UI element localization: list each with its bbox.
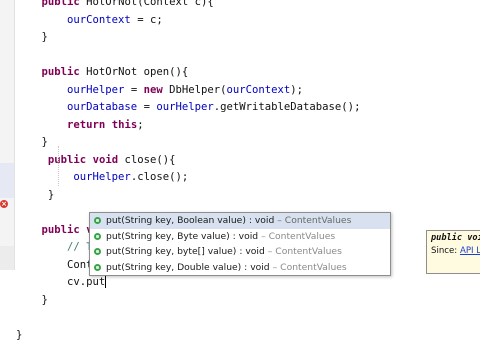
code-token: } — [16, 189, 54, 201]
indent-guide — [58, 146, 60, 186]
public-method-icon — [94, 217, 101, 224]
code-line[interactable]: } — [16, 134, 480, 152]
code-token: .close(); — [131, 171, 188, 183]
code-line[interactable]: return this; — [16, 117, 480, 135]
keyword-token: void — [93, 154, 119, 166]
code-token: close(){ — [118, 154, 175, 166]
declaring-class: – ContentValues — [277, 213, 351, 229]
code-line[interactable]: ourContext = c; — [16, 12, 480, 30]
field-token: ourHelper — [156, 101, 213, 113]
autocomplete-popup[interactable]: put(String key, Boolean value) : void– C… — [89, 212, 391, 276]
code-token — [16, 241, 67, 253]
keyword-token: public — [48, 154, 86, 166]
text-caret — [105, 276, 106, 288]
field-token: ourHelper — [67, 84, 124, 96]
public-method-icon — [94, 248, 101, 255]
code-token — [16, 14, 67, 26]
error-marker-icon[interactable]: × — [0, 200, 8, 208]
editor-gutter: × — [0, 0, 15, 270]
declaring-class: – ContentValues — [273, 260, 347, 276]
autocomplete-item[interactable]: put(String key, Boolean value) : void– C… — [90, 213, 390, 229]
code-token: ); — [290, 84, 303, 96]
code-token: } — [16, 136, 48, 148]
code-token: DbHelper( — [163, 84, 227, 96]
code-line[interactable]: ourDatabase = ourHelper.getWritableDatab… — [16, 99, 480, 117]
code-token — [16, 119, 67, 131]
code-token: = c; — [131, 14, 163, 26]
method-signature: put(String key, Byte value) : void — [106, 229, 258, 245]
code-line[interactable]: } — [16, 327, 480, 344]
autocomplete-item[interactable]: put(String key, byte[] value) : void– Co… — [90, 244, 390, 260]
code-token: HotOrNot open(){ — [80, 66, 188, 78]
code-token: } — [16, 329, 22, 341]
code-token — [16, 101, 67, 113]
autocomplete-item[interactable]: put(String key, Double value) : void– Co… — [90, 260, 390, 276]
code-token: .getWritableDatabase(); — [214, 101, 361, 113]
javadoc-hover: public void put(String key, Boolean valu… — [426, 230, 480, 274]
method-signature: put(String key, Boolean value) : void — [106, 213, 274, 229]
code-token — [16, 66, 42, 78]
field-token: ourDatabase — [67, 101, 137, 113]
keyword-token: public — [42, 224, 80, 236]
autocomplete-item[interactable]: put(String key, Byte value) : void– Cont… — [90, 229, 390, 245]
code-token: HotOrNot(Context c){ — [80, 0, 214, 8]
javadoc-since-label: Since: — [431, 246, 457, 256]
gutter-scroll-area — [0, 246, 14, 270]
code-line[interactable]: ourHelper = new DbHelper(ourContext); — [16, 82, 480, 100]
code-line[interactable]: } — [16, 292, 480, 310]
code-line[interactable] — [16, 47, 480, 65]
code-token — [16, 154, 48, 166]
method-signature: put(String key, Double value) : void — [106, 260, 270, 276]
code-line[interactable]: public HotOrNot open(){ — [16, 64, 480, 82]
method-signature: put(String key, byte[] value) : void — [106, 244, 265, 260]
code-line[interactable]: cv.put — [16, 274, 480, 292]
code-token: = — [137, 101, 156, 113]
code-token: cv.put — [16, 276, 105, 288]
keyword-token: return — [67, 119, 105, 131]
javadoc-since: Since: API Level 1 — [431, 246, 480, 256]
javadoc-title: public void put(String key, Boolean valu… — [431, 233, 480, 243]
public-method-icon — [94, 233, 101, 240]
code-token: } — [16, 294, 48, 306]
declaring-class: – ContentValues — [268, 244, 342, 260]
keyword-token: this — [112, 119, 138, 131]
field-token: ourHelper — [73, 171, 130, 183]
code-token — [16, 84, 67, 96]
keyword-token: new — [144, 84, 163, 96]
field-token: ourContext — [227, 84, 291, 96]
code-token: } — [16, 31, 48, 43]
code-line[interactable] — [16, 309, 480, 327]
code-line[interactable]: public HotOrNot(Context c){ — [16, 0, 480, 12]
code-editor[interactable]: public HotOrNot(Context c){ ourContext =… — [16, 0, 480, 344]
keyword-token: public — [42, 0, 80, 8]
declaring-class: – ContentValues — [261, 229, 335, 245]
code-token — [16, 224, 42, 236]
code-token — [16, 171, 73, 183]
current-method-marker — [0, 180, 14, 198]
code-line[interactable]: } — [16, 29, 480, 47]
code-line[interactable]: ourHelper.close(); — [16, 169, 480, 187]
code-line[interactable]: public void close(){ — [16, 152, 480, 170]
code-token — [16, 0, 42, 8]
field-token: ourContext — [67, 14, 131, 26]
comment-token: // — [67, 241, 86, 253]
code-token: = — [124, 84, 143, 96]
current-method-marker — [0, 163, 14, 181]
keyword-token: public — [42, 66, 80, 78]
code-line[interactable]: } — [16, 187, 480, 205]
code-token: ; — [137, 119, 143, 131]
api-level-link[interactable]: API Level 1 — [460, 246, 480, 256]
